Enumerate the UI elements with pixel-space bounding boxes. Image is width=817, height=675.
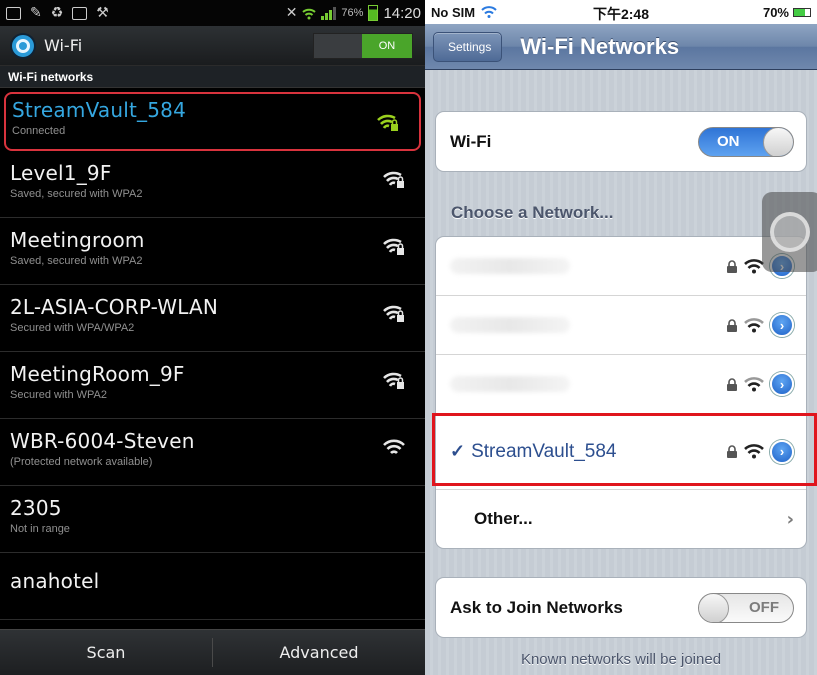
ios-wifi-screen: No SIM 下午2:48 70% Settings Wi-Fi Network… [425, 0, 817, 675]
network-status: Saved, secured with WPA2 [10, 255, 143, 267]
wifi-toggle-group: Wi-Fi ON [435, 111, 807, 172]
ios-battery-percent: 70% [762, 4, 789, 20]
other-label: Other... [474, 509, 533, 528]
wifi-signal-icon [744, 376, 764, 391]
recycle-notification-icon: ♻ [50, 5, 64, 21]
battery-percent: 76% [341, 7, 364, 19]
other-network-row[interactable]: Other... › [436, 490, 806, 548]
network-status: Connected [12, 125, 66, 137]
ask-join-group: Ask to Join Networks OFF [435, 577, 807, 638]
network-ssid: 2305 [10, 496, 62, 520]
wifi-lock-signal-icon [383, 372, 404, 389]
network-status: Not in range [10, 523, 70, 535]
ask-join-row: Ask to Join Networks OFF [436, 578, 806, 637]
wifi-toggle-label: ON [362, 33, 412, 58]
network-row[interactable]: 2L-ASIA-CORP-WLAN Secured with WPA/WPA2 [0, 285, 425, 352]
lock-icon [727, 318, 737, 332]
cell-signal-icon [321, 6, 337, 20]
settings-back-button[interactable]: Settings [433, 31, 503, 62]
network-status: (Protected network available) [10, 456, 153, 468]
network-list-group: › › › ✓ StreamVault_584 [435, 236, 807, 549]
nav-title: Wi-Fi Networks [520, 33, 680, 59]
redacted-ssid [450, 317, 570, 333]
switch-knob [699, 593, 729, 622]
wifi-signal-icon [744, 258, 764, 273]
battery-icon [368, 5, 379, 21]
network-ssid: WBR-6004-Steven [10, 429, 195, 453]
network-ssid: StreamVault_584 [12, 98, 186, 122]
advanced-button[interactable]: Advanced [213, 630, 425, 675]
android-bottom-bar: Scan Advanced [0, 629, 425, 675]
wifi-row-label: Wi-Fi [450, 131, 492, 151]
mute-icon: ✕ [285, 5, 298, 21]
gallery-notification-icon [6, 6, 21, 20]
switch-knob [763, 127, 793, 156]
network-ssid: 2L-ASIA-CORP-WLAN [10, 295, 219, 319]
clock: 14:20 [383, 4, 421, 22]
highlight-box [432, 413, 817, 486]
network-row-hidden[interactable]: › [436, 296, 806, 355]
wifi-switch-label: ON [717, 133, 740, 150]
network-row-connected[interactable]: StreamVault_584 Connected [4, 92, 421, 151]
section-header: Wi-Fi networks [0, 66, 425, 88]
detail-disclosure-button[interactable]: › [770, 313, 794, 337]
network-ssid: Level1_9F [10, 161, 112, 185]
ios-nav-bar: Settings Wi-Fi Networks [425, 24, 817, 70]
network-status: Secured with WPA2 [10, 389, 108, 401]
network-row[interactable]: MeetingRoom_9F Secured with WPA2 [0, 352, 425, 419]
network-list: StreamVault_584 Connected Level1_9F Save… [0, 92, 425, 620]
wifi-lock-signal-icon [383, 171, 404, 188]
carrier-label: No SIM [431, 4, 476, 20]
ask-join-switch[interactable]: OFF [698, 592, 794, 623]
network-row[interactable]: anahotel [0, 553, 425, 620]
settings-gear-icon [12, 34, 34, 57]
wifi-switch[interactable]: ON [698, 126, 794, 157]
network-row-hidden[interactable]: › [436, 237, 806, 296]
wifi-status-icon [481, 6, 497, 18]
redacted-ssid [450, 258, 570, 274]
wifi-signal-icon [383, 439, 405, 455]
pen-notification-icon: ✎ [30, 5, 42, 21]
ios-status-bar: No SIM 下午2:48 70% [425, 0, 817, 24]
wifi-lock-signal-icon [383, 238, 404, 255]
network-status: Secured with WPA/WPA2 [10, 322, 135, 334]
wifi-status-icon [302, 8, 317, 19]
android-header: Wi-Fi ON [0, 26, 425, 66]
detail-disclosure-button[interactable]: › [770, 372, 794, 396]
wifi-lock-signal-icon [383, 305, 404, 322]
network-ssid: MeetingRoom_9F [10, 362, 185, 386]
wifi-lock-signal-icon [377, 114, 398, 131]
android-wifi-screen: ✎ ♻ ⚒ ✕ 76% 14:20 Wi-Fi ON Wi-Fi network… [0, 0, 425, 675]
ios-battery-icon [793, 7, 811, 17]
network-row[interactable]: Level1_9F Saved, secured with WPA2 [0, 151, 425, 218]
ask-join-switch-label: OFF [749, 599, 779, 616]
wifi-row: Wi-Fi ON [436, 112, 806, 171]
network-row-hidden[interactable]: › [436, 355, 806, 414]
wifi-signal-icon [744, 317, 764, 332]
assistive-touch-button[interactable] [762, 192, 817, 272]
scan-button[interactable]: Scan [0, 630, 212, 675]
lock-icon [727, 259, 737, 273]
ask-join-label: Ask to Join Networks [450, 597, 623, 617]
network-status: Saved, secured with WPA2 [10, 188, 143, 200]
image-notification-icon [72, 6, 88, 20]
chevron-right-icon: › [786, 508, 794, 530]
network-row[interactable]: 2305 Not in range [0, 486, 425, 553]
network-row[interactable]: WBR-6004-Steven (Protected network avail… [0, 419, 425, 486]
network-ssid: anahotel [10, 569, 100, 593]
choose-network-header: Choose a Network... [451, 203, 614, 222]
tools-notification-icon: ⚒ [96, 5, 109, 21]
footer-hint: Known networks will be joined [520, 651, 722, 668]
wifi-toggle[interactable]: ON [313, 32, 413, 59]
redacted-ssid [450, 376, 570, 392]
page-title: Wi-Fi [44, 36, 83, 55]
android-status-bar: ✎ ♻ ⚒ ✕ 76% 14:20 [0, 0, 425, 26]
lock-icon [727, 377, 737, 391]
assistive-touch-icon [770, 212, 810, 252]
network-ssid: Meetingroom [10, 228, 145, 252]
network-row[interactable]: Meetingroom Saved, secured with WPA2 [0, 218, 425, 285]
